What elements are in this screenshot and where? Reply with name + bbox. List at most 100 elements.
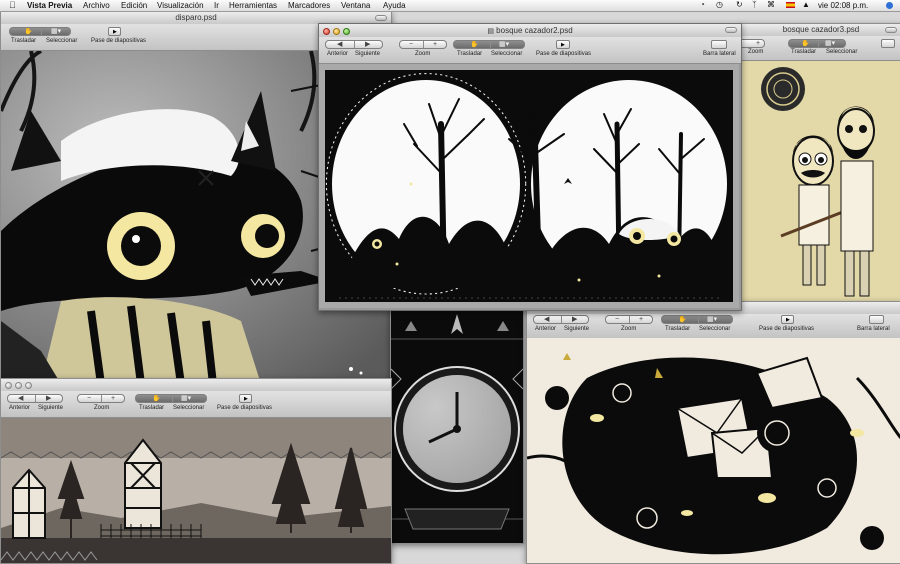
move-label: Trasladar (457, 51, 483, 57)
sidebar-label: Barra lateral (857, 326, 890, 332)
hand-icon[interactable]: ✋ (152, 395, 161, 402)
move-select-segmented[interactable]: ✋ ▦▾ (135, 394, 207, 403)
next-icon[interactable]: ▶ (572, 316, 577, 323)
zoom-segmented[interactable]: − + (77, 394, 125, 403)
hand-icon[interactable]: ✋ (24, 28, 33, 35)
zoom-button-icon[interactable] (25, 382, 32, 389)
time-machine-icon[interactable]: ◔ (700, 0, 705, 9)
titlebar[interactable]: bosque cazador3.psd (741, 24, 900, 36)
window-title: bosque cazador2.psd (496, 26, 573, 35)
hand-icon[interactable]: ✋ (470, 41, 479, 48)
spotlight-search-icon[interactable] (886, 2, 893, 9)
move-select-segmented[interactable]: ✋ ▦▾ (453, 40, 525, 49)
toolbar-toggle-button[interactable] (885, 27, 897, 33)
image-canvas-clock[interactable] (391, 309, 523, 543)
zoom-out-icon[interactable]: − (615, 316, 619, 323)
window-bosque-cazador3: bosque cazador3.psd + Zoom ✋ ▦▾ Traslada… (740, 23, 900, 303)
volume-icon[interactable]: ▲ (802, 0, 810, 9)
slideshow-button[interactable]: ▶ (781, 315, 794, 324)
slideshow-button[interactable]: ▶ (556, 40, 570, 49)
flag-icon[interactable] (786, 2, 795, 8)
menu-ayuda[interactable]: Ayuda (383, 0, 406, 11)
menu-archivo[interactable]: Archivo (83, 0, 110, 11)
menu-herramientas[interactable]: Herramientas (229, 0, 277, 11)
move-select-segmented[interactable]: ✋ ▦▾ (9, 27, 71, 36)
next-icon[interactable]: ▶ (46, 395, 51, 402)
zoom-in-icon[interactable]: + (756, 40, 760, 47)
illustration-village (1, 418, 391, 563)
titlebar[interactable]: ▤ bosque cazador2.psd (319, 24, 741, 37)
image-canvas-bosque3[interactable] (741, 61, 900, 302)
next-label: Siguiente (564, 326, 590, 332)
play-icon: ▶ (113, 29, 117, 35)
image-canvas-bosque2[interactable] (319, 64, 741, 310)
select-icon[interactable]: ▦▾ (51, 28, 61, 35)
move-select-segmented[interactable]: ✋ ▦▾ (661, 315, 733, 324)
titlebar[interactable] (1, 379, 391, 391)
previous-label: Anterior (535, 326, 557, 332)
slideshow-button[interactable]: ▶ (239, 394, 252, 403)
previous-icon[interactable]: ◀ (337, 41, 342, 48)
menu-edicion[interactable]: Edición (121, 0, 147, 11)
toolbar-toggle-button[interactable] (725, 27, 737, 33)
next-icon[interactable]: ▶ (365, 41, 370, 48)
move-label: Trasladar (11, 38, 37, 44)
image-canvas-flowers[interactable] (527, 338, 900, 563)
toolbar-toggle-button[interactable] (375, 15, 387, 21)
sidebar-button[interactable] (881, 39, 895, 48)
menu-marcadores[interactable]: Marcadores (288, 0, 330, 11)
previous-next-segmented[interactable]: ◀ ▶ (7, 394, 63, 403)
menu-visualizacion[interactable]: Visualización (157, 0, 204, 11)
select-icon[interactable]: ▦▾ (707, 316, 717, 323)
sidebar-button[interactable] (869, 315, 884, 324)
select-icon[interactable]: ▦▾ (181, 395, 191, 402)
play-icon: ▶ (786, 317, 790, 323)
toolbar: ◀ ▶ Anterior Siguiente − + Zoom ✋ ▦▾ Tra… (1, 391, 391, 418)
clock-text[interactable]: vie 02:08 p.m. (818, 0, 868, 11)
close-button-icon[interactable] (5, 382, 12, 389)
select-label: Seleccionar (173, 405, 205, 411)
menu-ventana[interactable]: Ventana (341, 0, 370, 11)
image-canvas-village[interactable] (1, 418, 391, 563)
sidebar-button[interactable] (711, 40, 727, 49)
menu-ir[interactable]: Ir (214, 0, 219, 11)
zoom-segmented[interactable]: − + (399, 40, 447, 49)
close-button-icon[interactable] (323, 28, 330, 35)
select-label: Seleccionar (46, 38, 78, 44)
next-label: Siguiente (355, 51, 381, 57)
backup-icon[interactable]: ↻ (736, 0, 743, 9)
move-label: Trasladar (139, 405, 165, 411)
zoom-out-icon[interactable]: − (87, 395, 91, 402)
bluetooth-icon[interactable]: ᛉ (752, 0, 757, 9)
select-label: Seleccionar (491, 51, 523, 57)
wifi-icon[interactable]: ⌘ (767, 0, 775, 9)
previous-icon[interactable]: ◀ (18, 395, 23, 402)
clock-menu-icon[interactable]: ◷ (716, 0, 723, 9)
previous-icon[interactable]: ◀ (544, 316, 549, 323)
select-icon[interactable]: ▦▾ (499, 41, 509, 48)
zoom-button-icon[interactable] (343, 28, 350, 35)
previous-next-segmented[interactable]: ◀ ▶ (325, 40, 383, 49)
apple-menu-icon[interactable]:  (9, 0, 16, 11)
slideshow-button[interactable]: ▶ (108, 27, 121, 36)
move-select-segmented[interactable]: ✋ ▦▾ (788, 39, 846, 48)
illustration-hunters (741, 61, 900, 302)
zoom-in-icon[interactable]: + (433, 41, 437, 48)
zoom-out-icon[interactable]: − (409, 41, 413, 48)
slideshow-label: Pase de diapositivas (759, 326, 815, 332)
play-icon: ▶ (561, 42, 565, 48)
app-menu[interactable]: Vista Previa (27, 0, 72, 11)
select-label: Seleccionar (699, 326, 731, 332)
zoom-segmented[interactable]: + (741, 39, 765, 48)
zoom-segmented[interactable]: − + (605, 315, 653, 324)
zoom-in-icon[interactable]: + (639, 316, 643, 323)
zoom-in-icon[interactable]: + (111, 395, 115, 402)
hand-icon[interactable]: ✋ (801, 40, 810, 47)
move-label: Trasladar (665, 326, 691, 332)
previous-next-segmented[interactable]: ◀ ▶ (533, 315, 589, 324)
select-icon[interactable]: ▦▾ (825, 40, 835, 47)
hand-icon[interactable]: ✋ (678, 316, 687, 323)
minimize-button-icon[interactable] (333, 28, 340, 35)
minimize-button-icon[interactable] (15, 382, 22, 389)
sidebar-label: Barra lateral (703, 51, 736, 57)
